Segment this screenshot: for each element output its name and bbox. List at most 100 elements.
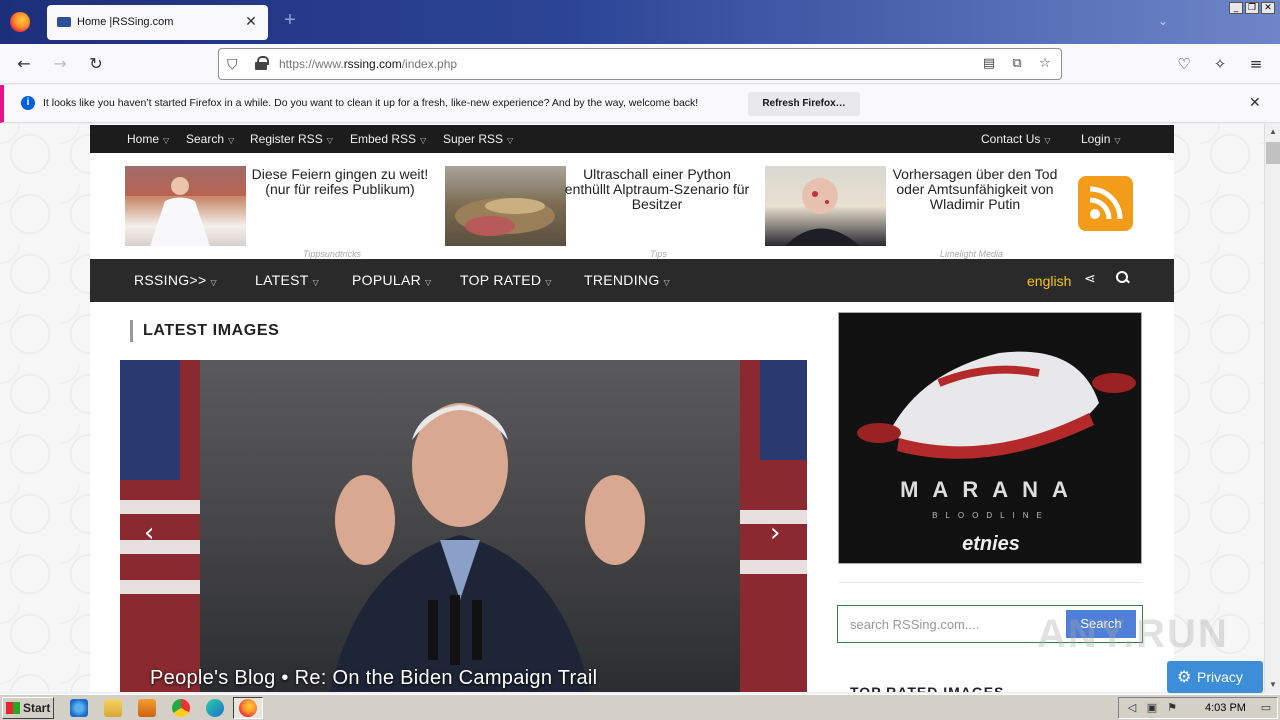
share-icon[interactable]: ⋖: [1084, 271, 1096, 287]
new-tab-icon[interactable]: +: [281, 10, 299, 30]
ad-image-python-graphic: [455, 198, 555, 236]
rssing-site: Home ▽ Search ▽ Register RSS ▽ Embed RSS ▽ S…: [90, 124, 1174, 692]
close-tab-icon[interactable]: ✕: [242, 12, 260, 30]
top-navigation: Home ▽ Search ▽ Register RSS ▽ Embed RSS ▽ S…: [90, 125, 1174, 153]
forward-icon[interactable]: →: [50, 54, 70, 74]
lock-icon[interactable]: [255, 56, 269, 70]
banner-subtitle: BLOODLINE: [932, 511, 1050, 520]
start-button[interactable]: Start: [2, 697, 54, 719]
network-icon[interactable]: ▣: [1145, 701, 1159, 715]
close-window-icon[interactable]: ✕: [1261, 2, 1275, 14]
search-icon[interactable]: [1116, 271, 1130, 285]
ad-image-putin-graphic: [785, 178, 860, 246]
mainnav-rssing[interactable]: RSSING>> ▽: [134, 272, 217, 288]
file-explorer-icon[interactable]: [104, 699, 122, 717]
page-viewport: Home ▽ Search ▽ Register RSS ▽ Embed RSS ▽ S…: [0, 124, 1264, 692]
translate-page-icon[interactable]: ⧉: [1009, 56, 1025, 72]
internet-explorer-icon[interactable]: [70, 699, 88, 717]
mainnav-trending[interactable]: TRENDING ▽: [584, 272, 670, 288]
windows-taskbar: Start ◁ ▣ ⚑ 4:03 PM ▭: [0, 694, 1280, 720]
extensions-icon[interactable]: ✧: [1210, 54, 1230, 74]
scroll-down-icon[interactable]: ▼: [1268, 680, 1278, 689]
firefox-logo-icon[interactable]: [10, 12, 30, 32]
system-tray: ◁ ▣ ⚑ 4:03 PM ▭: [1118, 697, 1278, 719]
topnav-contact-us[interactable]: Contact Us ▽: [981, 132, 1051, 146]
chrome-icon[interactable]: [172, 699, 190, 717]
topnav-register-rss[interactable]: Register RSS ▽: [250, 132, 333, 146]
url-bar[interactable]: ⛉ https://www.rssing.com/index.php ▤ ⧉ ☆: [218, 48, 1062, 80]
top-rated-images-heading: TOP RATED IMAGES: [850, 684, 1005, 692]
page-scrollbar[interactable]: ▲ ▼: [1264, 124, 1280, 692]
menu-hamburger-icon[interactable]: ≡: [1246, 54, 1266, 74]
ad-image-putin[interactable]: [765, 166, 886, 246]
slide-caption[interactable]: People's Blog • Re: On the Biden Campaig…: [150, 667, 597, 690]
ad-headline-1[interactable]: Diese Feiern gingen zu weit! (nur für re…: [245, 167, 435, 197]
latest-images-heading: LATEST IMAGES: [130, 320, 279, 342]
url-text[interactable]: https://www.rssing.com/index.php: [279, 57, 457, 71]
slide-image[interactable]: [120, 360, 807, 692]
tab-strip: Home |RSSing.com ✕ + ⌄ _ ❐ ✕: [0, 0, 1280, 44]
privacy-button[interactable]: ⚙ Privacy: [1167, 661, 1263, 693]
latest-images-slider[interactable]: ‹ › People's Blog • Re: On the Biden Cam…: [120, 360, 807, 692]
slider-next-icon[interactable]: ›: [770, 518, 780, 548]
start-label: Start: [23, 701, 51, 715]
refresh-firefox-notification: i It looks like you haven’t started Fire…: [0, 85, 1280, 123]
bookmark-star-icon[interactable]: ☆: [1037, 56, 1053, 72]
ad-source-1: Tippsundtricks: [303, 249, 361, 259]
topnav-super-rss[interactable]: Super RSS ▽: [443, 132, 513, 146]
tab-rssing-home[interactable]: Home |RSSing.com ✕: [47, 5, 268, 40]
scroll-up-icon[interactable]: ▲: [1268, 127, 1278, 136]
etnies-logo: etnies: [962, 533, 1020, 555]
mainnav-latest[interactable]: LATEST ▽: [255, 272, 319, 288]
volume-icon[interactable]: ◁: [1125, 701, 1139, 715]
rss-feed-icon[interactable]: [1078, 176, 1133, 231]
ad-source-2: Tips: [650, 249, 667, 259]
minimize-icon[interactable]: _: [1229, 2, 1243, 14]
mainnav-popular[interactable]: POPULAR ▽: [352, 272, 431, 288]
tracking-protection-shield-icon[interactable]: ⛉: [227, 56, 238, 73]
windows-logo-icon: [6, 702, 20, 714]
rss-feed-icon-graphic: [1089, 186, 1123, 220]
back-icon[interactable]: ←: [14, 54, 34, 74]
info-icon: i: [21, 96, 35, 110]
media-player-icon[interactable]: [138, 699, 156, 717]
pocket-icon[interactable]: ♡: [1174, 54, 1194, 74]
ad-image-python[interactable]: [445, 166, 566, 246]
tab-title: Home |RSSing.com: [77, 16, 174, 28]
mainnav-top-rated[interactable]: TOP RATED ▽: [460, 272, 552, 288]
close-notification-icon[interactable]: ✕: [1249, 94, 1261, 111]
reload-icon[interactable]: ↻: [86, 54, 106, 74]
list-all-tabs-icon[interactable]: ⌄: [1158, 14, 1168, 28]
notification-message: It looks like you haven’t started Firefo…: [43, 97, 699, 109]
show-desktop-icon[interactable]: ▭: [1259, 701, 1273, 715]
ad-image-wedding-graphic: [125, 166, 246, 246]
system-clock[interactable]: 4:03 PM: [1205, 702, 1246, 714]
refresh-firefox-button[interactable]: Refresh Firefox…: [748, 92, 860, 116]
ad-headline-2[interactable]: Ultraschall einer Python enthüllt Alptra…: [562, 167, 752, 212]
topnav-login[interactable]: Login ▽: [1081, 132, 1121, 146]
ad-source-3: Limelight Media: [940, 249, 1004, 259]
ad-image-wedding[interactable]: [125, 166, 246, 246]
ad-headline-3[interactable]: Vorhersagen über den Tod oder Amtsunfähi…: [880, 167, 1070, 212]
topnav-home[interactable]: Home ▽: [127, 132, 169, 146]
main-navigation: RSSING>> ▽ LATEST ▽ POPULAR ▽ TOP RATED ▽ TR…: [90, 259, 1174, 302]
sidebar-banner-ad[interactable]: MARANA BLOODLINE etnies: [838, 312, 1142, 564]
firefox-taskbar-button[interactable]: [233, 697, 263, 719]
site-search-input[interactable]: [838, 606, 1064, 642]
sneaker-graphic: [857, 351, 1136, 459]
banner-brand: MARANA: [900, 477, 1082, 502]
privacy-label: Privacy: [1197, 669, 1243, 685]
edge-icon[interactable]: [206, 699, 224, 717]
action-center-flag-icon[interactable]: ⚑: [1165, 701, 1179, 715]
topnav-search[interactable]: Search ▽: [186, 132, 234, 146]
slider-prev-icon[interactable]: ‹: [144, 518, 154, 548]
rssing-favicon-icon: [57, 17, 71, 27]
sponsored-ads: Diese Feiern gingen zu weit! (nur für re…: [90, 153, 1174, 259]
reader-view-icon[interactable]: ▤: [981, 56, 997, 72]
restore-icon[interactable]: ❐: [1245, 2, 1259, 14]
scroll-thumb[interactable]: [1266, 142, 1280, 164]
topnav-embed-rss[interactable]: Embed RSS ▽: [350, 132, 426, 146]
navigation-toolbar: ← → ↻ ⛉ https://www.rssing.com/index.php…: [0, 44, 1280, 84]
language-selector[interactable]: english: [1027, 273, 1071, 289]
gear-icon: ⚙: [1177, 667, 1192, 686]
